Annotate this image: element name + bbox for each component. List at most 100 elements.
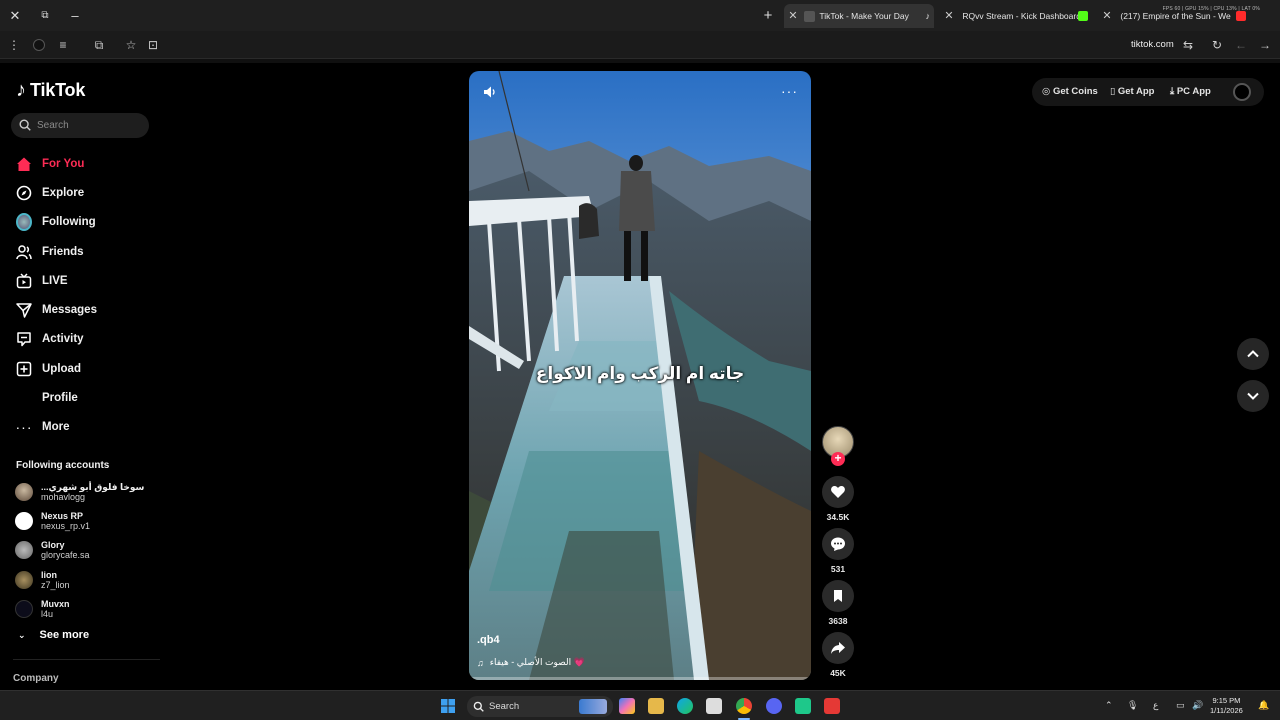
search-input[interactable]: Search: [11, 113, 149, 138]
discord-icon[interactable]: [766, 698, 782, 714]
reload-icon[interactable]: ↻: [1208, 36, 1226, 54]
video-progress-bar[interactable]: [469, 677, 811, 680]
copilot-icon[interactable]: [619, 698, 635, 714]
sidebar-item-friends[interactable]: Friends: [16, 237, 156, 266]
sidebar-item-profile[interactable]: Profile: [16, 383, 156, 412]
tab-kick[interactable]: ✕ RQvv Stream - Kick Dashboard: [942, 4, 1092, 28]
pc-app-button[interactable]: ⤓ PC App: [1170, 86, 1211, 97]
friends-icon: [16, 244, 32, 260]
close-window-icon[interactable]: ✕: [5, 6, 25, 26]
taskbar-search[interactable]: Search: [467, 696, 613, 717]
following-account[interactable]: lion z7_lion: [15, 565, 155, 594]
close-tab-icon[interactable]: ✕: [1100, 4, 1114, 28]
windows-start-icon[interactable]: [440, 698, 456, 714]
user-avatar[interactable]: [1233, 83, 1251, 101]
app-icon[interactable]: [795, 698, 811, 714]
sidebar-item-more[interactable]: ··· More: [16, 413, 156, 442]
sidebar-item-following[interactable]: Following: [16, 208, 156, 237]
search-placeholder: Search: [37, 120, 69, 131]
save-button[interactable]: 3638: [822, 580, 854, 626]
profile-icon: [16, 390, 32, 407]
notification-bell-icon[interactable]: 🔔: [1258, 700, 1269, 711]
comment-count: 531: [830, 564, 846, 574]
toolbar-divider: [0, 59, 1280, 63]
sidebar-item-label: Explore: [42, 186, 85, 199]
account-handle: l4u: [41, 608, 54, 619]
tab-search-icon[interactable]: ⊡: [144, 36, 162, 54]
like-count: 34.5K: [826, 512, 850, 522]
avatar: [15, 482, 33, 501]
like-button[interactable]: 34.5K: [822, 476, 854, 522]
see-more-button[interactable]: ⌄ See more: [18, 629, 89, 641]
store-icon[interactable]: [706, 698, 722, 714]
share-button[interactable]: 45K: [822, 632, 854, 678]
extensions-icon[interactable]: ⧉: [90, 36, 108, 54]
tiktok-tab-icon: ♪: [925, 11, 931, 21]
clock-date: 1/11/2026: [1210, 706, 1243, 715]
close-tab-icon[interactable]: ✕: [786, 4, 800, 28]
get-coins-label: Get Coins: [1052, 86, 1098, 97]
video-author[interactable]: .qb4: [477, 634, 500, 646]
company-link[interactable]: Company: [13, 673, 59, 684]
bookmark-star-icon[interactable]: ☆: [122, 36, 140, 54]
media-controls-icon[interactable]: ≡: [54, 36, 72, 54]
music-title: الصوت الأصلي - هيفاء 💗: [489, 657, 585, 667]
tab-title: RQvv Stream - Kick Dashboard: [962, 11, 1081, 21]
get-app-button[interactable]: ▯ Get App: [1110, 86, 1154, 97]
sidebar-item-explore[interactable]: Explore: [16, 178, 156, 207]
following-account[interactable]: Glory glorycafe.sa: [15, 536, 155, 565]
more-options-icon[interactable]: ···: [781, 83, 798, 99]
sidebar-item-upload[interactable]: Upload: [16, 354, 156, 383]
following-account[interactable]: Nexus RP nexus_rp.v1: [15, 506, 155, 535]
chrome-icon[interactable]: [736, 698, 752, 714]
tab-tiktok[interactable]: ✕ TikTok - Make Your Day ♪: [784, 4, 934, 28]
sidebar-item-label: Messages: [42, 304, 97, 317]
speaker-icon[interactable]: 🔊: [1192, 700, 1203, 711]
avatar: [15, 599, 33, 618]
sidebar-item-label: More: [42, 421, 70, 434]
app-red-icon[interactable]: [824, 698, 840, 714]
network-icon[interactable]: ▭: [1176, 700, 1185, 711]
tray-chevron-icon[interactable]: ⌃: [1105, 700, 1113, 711]
sidebar-item-activity[interactable]: Activity: [16, 325, 156, 354]
video-caption: جاته ام الركب وام الاكواع: [535, 364, 745, 383]
next-video-button[interactable]: [1237, 380, 1269, 412]
following-accounts-title: Following accounts: [16, 460, 110, 471]
close-tab-icon[interactable]: ✕: [942, 4, 956, 28]
address-bar-url[interactable]: tiktok.com: [1131, 39, 1174, 50]
input-language[interactable]: ع: [1153, 700, 1158, 711]
edge-icon[interactable]: [677, 698, 693, 714]
previous-video-button[interactable]: [1237, 338, 1269, 370]
minimize-window-icon[interactable]: –: [65, 6, 85, 26]
forward-icon[interactable]: ←: [1232, 36, 1250, 54]
comment-button[interactable]: 531: [822, 528, 854, 574]
get-app-label: Get App: [1117, 86, 1155, 97]
menu-dots-icon[interactable]: ⋮: [5, 36, 23, 54]
file-explorer-icon[interactable]: [648, 698, 664, 714]
tab-title: TikTok - Make Your Day: [819, 11, 909, 21]
microphone-icon[interactable]: 🎙: [1127, 700, 1138, 711]
video-player[interactable]: ··· جاته ام الركب وام الاكواع .qb4 ♫ الص…: [469, 71, 811, 680]
follow-plus-icon[interactable]: +: [831, 452, 845, 466]
following-account[interactable]: ...سوخا فلوق أبو شهري mohavlogg: [15, 477, 155, 506]
site-settings-icon[interactable]: ⇆: [1179, 36, 1197, 54]
sidebar-item-live[interactable]: LIVE: [16, 266, 156, 295]
windows-taskbar: Search ⌃ 🎙 ع ▭ 🔊 9:15 PM 1/11/2026 🔔: [0, 690, 1280, 720]
avatar: [15, 511, 33, 530]
top-right-actions: ◎ Get Coins ▯ Get App ⤓ PC App: [1032, 78, 1264, 106]
account-name: ...سوخا فلوق أبو شهري: [41, 481, 145, 492]
kick-favicon-icon: [1078, 11, 1088, 21]
back-icon[interactable]: →: [1256, 36, 1274, 54]
music-info[interactable]: ♫ الصوت الأصلي - هيفاء 💗: [477, 657, 585, 668]
new-tab-icon[interactable]: +: [758, 6, 778, 26]
tiktok-logo[interactable]: ♪ TikTok: [16, 79, 85, 102]
sidebar-item-for-you[interactable]: For You: [16, 149, 156, 178]
browser-tab-bar: ✕ ⧉ – + ✕ TikTok - Make Your Day ♪ ✕ RQv…: [0, 0, 1280, 31]
get-coins-button[interactable]: ◎ Get Coins: [1042, 86, 1098, 97]
clock[interactable]: 9:15 PM 1/11/2026: [1210, 696, 1243, 716]
volume-icon[interactable]: [483, 85, 497, 99]
restore-window-icon[interactable]: ⧉: [35, 6, 55, 26]
sidebar-item-messages[interactable]: Messages: [16, 295, 156, 324]
following-account[interactable]: Muvxn l4u: [15, 594, 155, 623]
profile-circle-icon[interactable]: [30, 36, 48, 54]
